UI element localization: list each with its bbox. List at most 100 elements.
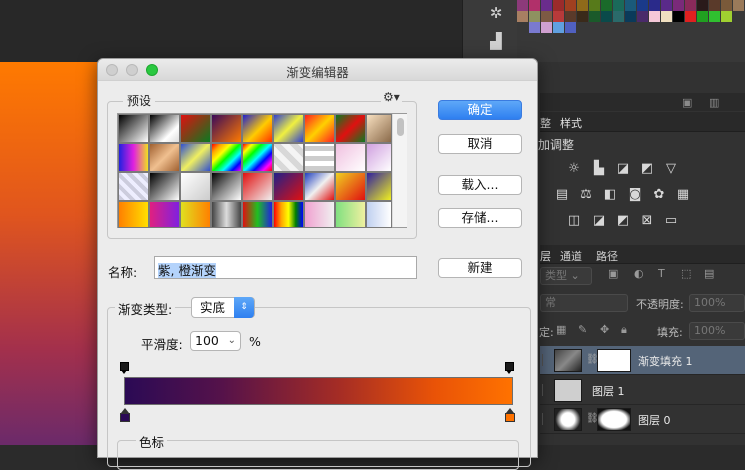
gear-icon[interactable]: ⚙▾ bbox=[381, 90, 402, 104]
opacity-stop-left[interactable] bbox=[120, 362, 129, 374]
tab-channels[interactable]: 通道 bbox=[560, 248, 582, 264]
document-canvas[interactable] bbox=[0, 62, 110, 445]
swatch-grid[interactable] bbox=[517, 0, 745, 34]
invert-icon[interactable]: ◫ bbox=[565, 213, 583, 229]
presets-grid[interactable] bbox=[117, 113, 407, 228]
presets-scrollbar[interactable] bbox=[392, 114, 407, 227]
preset-swatch[interactable] bbox=[180, 143, 211, 172]
color-balance-icon[interactable]: ⚖ bbox=[577, 187, 595, 203]
new-item-icon[interactable]: ▣ bbox=[682, 96, 692, 109]
levels-icon[interactable]: ▙ bbox=[590, 161, 608, 177]
preset-swatch[interactable] bbox=[118, 114, 149, 143]
title-bar[interactable]: 渐变编辑器 bbox=[98, 59, 537, 81]
brightness-icon[interactable]: ☼ bbox=[565, 161, 583, 177]
eye-icon[interactable] bbox=[542, 354, 550, 366]
preset-swatch[interactable] bbox=[211, 201, 242, 228]
preset-swatch[interactable] bbox=[366, 201, 392, 228]
preset-swatch[interactable] bbox=[180, 201, 211, 228]
blend-mode-select[interactable]: 常 bbox=[540, 294, 628, 312]
preset-swatch[interactable] bbox=[242, 172, 273, 201]
preset-swatch[interactable] bbox=[366, 114, 392, 143]
opacity-field[interactable]: 100% bbox=[689, 294, 745, 312]
new-button[interactable]: 新建 bbox=[438, 258, 522, 278]
channel-mixer-icon[interactable]: ✿ bbox=[650, 187, 668, 203]
preset-swatch[interactable] bbox=[366, 172, 392, 201]
tab-layers[interactable]: 层 bbox=[540, 248, 551, 264]
lock-image-icon[interactable]: ✎ bbox=[578, 323, 587, 336]
filter-pixel-icon[interactable]: ▣ bbox=[608, 267, 618, 280]
scrollbar-thumb[interactable] bbox=[397, 118, 404, 136]
photo-filter-icon[interactable]: ◙ bbox=[626, 187, 644, 203]
tab-paths[interactable]: 路径 bbox=[596, 248, 618, 264]
color-stop-left[interactable] bbox=[120, 408, 130, 422]
preset-swatch[interactable] bbox=[180, 114, 211, 143]
preset-swatch[interactable] bbox=[273, 172, 304, 201]
ok-button[interactable]: 确定 bbox=[438, 100, 522, 120]
preset-swatch[interactable] bbox=[273, 114, 304, 143]
eye-icon[interactable] bbox=[542, 384, 550, 396]
color-lookup-icon[interactable]: ▦ bbox=[674, 187, 692, 203]
preset-swatch[interactable] bbox=[366, 143, 392, 172]
preset-swatch[interactable] bbox=[211, 143, 242, 172]
preset-swatch[interactable] bbox=[335, 114, 366, 143]
lock-transparent-icon[interactable]: ▦ bbox=[556, 323, 566, 336]
tab-adjustments[interactable]: 整 bbox=[540, 115, 551, 131]
preset-swatch[interactable] bbox=[304, 114, 335, 143]
preset-swatch[interactable] bbox=[304, 201, 335, 228]
histogram-icon[interactable]: ▟ bbox=[485, 32, 507, 50]
threshold-icon[interactable]: ◩ bbox=[614, 213, 632, 229]
preset-swatch[interactable] bbox=[211, 172, 242, 201]
smoothness-select[interactable]: 100 ⌄ bbox=[190, 331, 241, 351]
filter-type-icon[interactable]: T bbox=[658, 267, 665, 280]
eye-icon[interactable] bbox=[542, 413, 550, 425]
curves-icon[interactable]: ◪ bbox=[614, 161, 632, 177]
filter-smart-icon[interactable]: ▤ bbox=[704, 267, 714, 280]
filter-adjust-icon[interactable]: ◐ bbox=[634, 267, 644, 280]
preset-swatch[interactable] bbox=[118, 201, 149, 228]
preset-swatch[interactable] bbox=[335, 143, 366, 172]
preset-swatch[interactable] bbox=[304, 172, 335, 201]
layer-row-0[interactable]: ⛓ 图层 0 bbox=[540, 405, 745, 434]
lock-position-icon[interactable]: ✥ bbox=[600, 323, 609, 336]
preset-swatch[interactable] bbox=[242, 143, 273, 172]
preset-swatch[interactable] bbox=[149, 114, 180, 143]
vibrance-icon[interactable]: ▽ bbox=[662, 161, 680, 177]
opacity-stop-right[interactable] bbox=[505, 362, 514, 374]
selective-color-icon[interactable]: ⊠ bbox=[638, 213, 656, 229]
preset-swatch[interactable] bbox=[180, 172, 211, 201]
navigator-icon[interactable]: ✲ bbox=[485, 4, 507, 22]
gradient-type-select[interactable]: 实底 ⇕ bbox=[191, 297, 255, 318]
layer-kind-filter[interactable]: 类型 ⌄ bbox=[540, 267, 592, 285]
preset-swatch[interactable] bbox=[118, 143, 149, 172]
filter-shape-icon[interactable]: ⬚ bbox=[681, 267, 691, 280]
exposure-icon[interactable]: ◩ bbox=[638, 161, 656, 177]
preset-swatch[interactable] bbox=[149, 143, 180, 172]
preset-swatch[interactable] bbox=[149, 172, 180, 201]
trash-icon[interactable]: ▥ bbox=[709, 96, 719, 109]
preset-swatch[interactable] bbox=[304, 143, 335, 172]
preset-swatch[interactable] bbox=[118, 172, 149, 201]
preset-swatch[interactable] bbox=[335, 172, 366, 201]
preset-swatch[interactable] bbox=[273, 201, 304, 228]
layer-row-1[interactable]: 图层 1 bbox=[540, 376, 745, 405]
hue-saturation-icon[interactable]: ▤ bbox=[553, 187, 571, 203]
tab-styles[interactable]: 样式 bbox=[560, 115, 582, 131]
gradient-map-icon[interactable]: ▭ bbox=[662, 213, 680, 229]
lock-all-icon[interactable]: 🔒︎ bbox=[621, 323, 627, 337]
preset-swatch[interactable] bbox=[273, 143, 304, 172]
preset-swatch[interactable] bbox=[242, 201, 273, 228]
preset-swatch[interactable] bbox=[335, 201, 366, 228]
posterize-icon[interactable]: ◪ bbox=[590, 213, 608, 229]
black-white-icon[interactable]: ◧ bbox=[601, 187, 619, 203]
fill-field[interactable]: 100% bbox=[689, 322, 745, 340]
preset-swatch[interactable] bbox=[242, 114, 273, 143]
preset-swatch[interactable] bbox=[149, 201, 180, 228]
name-field[interactable]: 紫, 橙渐变 bbox=[154, 256, 417, 279]
save-button[interactable]: 存储... bbox=[438, 208, 522, 228]
gradient-preview-bar[interactable] bbox=[124, 377, 513, 405]
load-button[interactable]: 载入... bbox=[438, 175, 522, 195]
preset-swatch[interactable] bbox=[211, 114, 242, 143]
color-stop-right[interactable] bbox=[505, 408, 515, 422]
layer-row-gradient-fill[interactable]: ⛓ 渐变填充 1 bbox=[540, 346, 745, 375]
cancel-button[interactable]: 取消 bbox=[438, 134, 522, 154]
